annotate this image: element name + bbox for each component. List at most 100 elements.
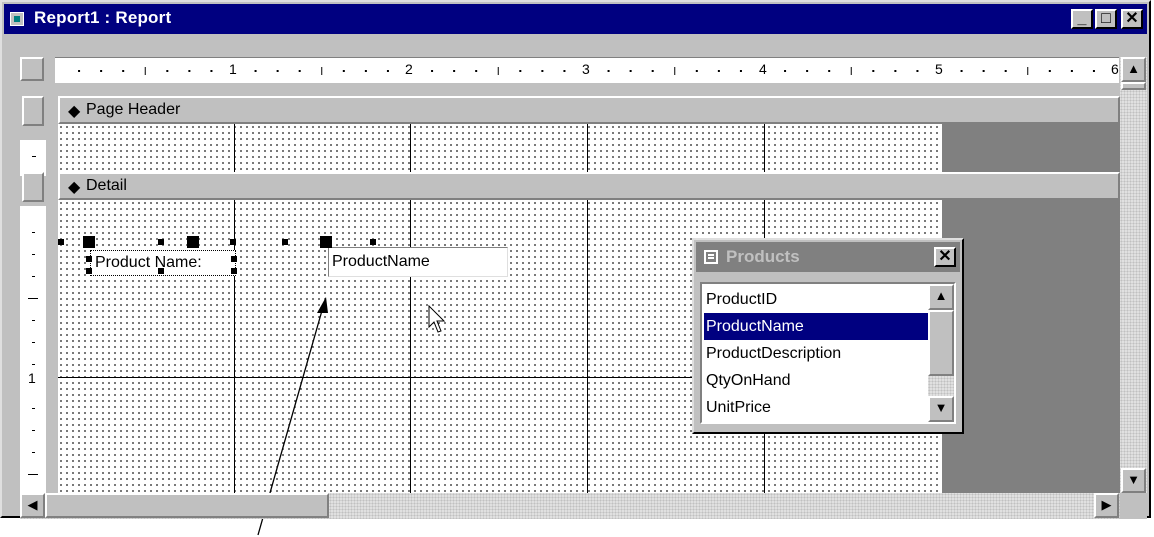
size-handle[interactable] <box>370 239 376 245</box>
window-title: Report1 : Report <box>34 8 172 27</box>
ruler-number-left: 1 <box>28 370 36 386</box>
ruler-tick <box>210 70 213 72</box>
ruler-number-6: 6 <box>1111 61 1119 77</box>
size-handle[interactable] <box>158 239 164 245</box>
size-handle[interactable] <box>282 239 288 245</box>
ruler-tick <box>1027 67 1029 75</box>
field-item-qtyonhand[interactable]: QtyOnHand <box>704 367 928 394</box>
field-list-window[interactable]: Products ✕ ProductID ProductName Product… <box>692 238 964 434</box>
size-handle[interactable] <box>58 239 64 245</box>
ruler-tick <box>784 70 787 72</box>
ruler-tick <box>32 452 35 453</box>
size-handle[interactable] <box>231 268 237 274</box>
ruler-tick <box>1070 70 1073 72</box>
ruler-tick <box>32 342 35 343</box>
vertical-ruler-detail: 1 <box>20 206 46 496</box>
detail-label: Detail <box>86 177 127 194</box>
field-list-scroll-thumb[interactable] <box>928 310 954 376</box>
minimize-button[interactable]: _ <box>1071 9 1093 29</box>
size-handle[interactable] <box>231 256 237 262</box>
ruler-tick <box>519 70 522 72</box>
ruler-tick <box>321 67 323 75</box>
report-selector[interactable] <box>20 57 44 81</box>
ruler-tick <box>78 70 81 72</box>
scroll-left-button[interactable]: ◀ <box>20 493 45 518</box>
ruler-tick <box>166 70 169 72</box>
field-list-title-bar[interactable]: Products ✕ <box>696 242 960 272</box>
ruler-tick <box>28 298 38 299</box>
field-item-productname[interactable]: ProductName <box>704 313 928 340</box>
ruler-tick <box>32 430 35 431</box>
ruler-tick <box>32 156 36 157</box>
page-header-unused-area <box>942 124 1120 172</box>
size-handle[interactable] <box>230 239 236 245</box>
ruler-number-2: 2 <box>405 61 413 77</box>
ruler-number-1: 1 <box>229 61 237 77</box>
field-item-productdescription[interactable]: ProductDescription <box>704 340 928 367</box>
move-handle[interactable] <box>187 236 199 248</box>
ruler-tick <box>629 70 632 72</box>
ruler-tick <box>651 70 654 72</box>
ruler-tick <box>828 70 831 72</box>
ruler-tick <box>28 474 38 475</box>
ruler-tick <box>872 70 875 72</box>
detail-bar[interactable]: ◆ Detail <box>58 172 1120 200</box>
ruler-tick <box>1004 70 1007 72</box>
vertical-scrollbar[interactable]: ▲ ▼ <box>1120 57 1147 493</box>
maximize-button[interactable]: □ <box>1095 9 1117 29</box>
scroll-up-button[interactable]: ▲ <box>1121 57 1146 82</box>
field-item-productid[interactable]: ProductID <box>704 286 928 313</box>
move-handle[interactable] <box>320 236 332 248</box>
ruler-tick <box>497 67 499 75</box>
vertical-scroll-thumb[interactable] <box>1121 82 1146 90</box>
grid-line <box>587 200 588 493</box>
ruler-tick <box>674 67 676 75</box>
ruler-tick <box>806 70 809 72</box>
ruler-tick <box>100 70 103 72</box>
ruler-tick <box>1048 70 1051 72</box>
ruler-number-4: 4 <box>759 61 767 77</box>
size-handle[interactable] <box>86 268 92 274</box>
scroll-right-button[interactable]: ▶ <box>1094 493 1119 518</box>
scroll-down-button[interactable]: ▼ <box>1121 468 1146 493</box>
ruler-tick <box>386 70 389 72</box>
ruler-tick <box>475 70 478 72</box>
horizontal-scroll-thumb[interactable] <box>45 493 329 518</box>
page-header-selector[interactable] <box>22 96 44 126</box>
mouse-pointer-icon <box>428 305 446 333</box>
detail-unused-area <box>942 200 1120 493</box>
ruler-number-3: 3 <box>582 61 590 77</box>
ruler-tick <box>144 67 146 75</box>
field-list-close-button[interactable]: ✕ <box>934 247 956 267</box>
horizontal-scrollbar[interactable]: ◀ ▶ <box>20 493 1120 519</box>
field-list-scroll-up-button[interactable]: ▲ <box>928 284 954 310</box>
grid-line <box>234 124 235 172</box>
vertical-ruler-ticks <box>28 232 38 475</box>
title-bar[interactable]: Report1 : Report _ □ ✕ <box>4 4 1147 34</box>
ruler-tick <box>254 70 257 72</box>
ruler-tick <box>982 70 985 72</box>
report-icon[interactable] <box>10 12 24 26</box>
ruler-tick <box>695 70 698 72</box>
close-button[interactable]: ✕ <box>1121 9 1143 29</box>
move-handle[interactable] <box>83 236 95 248</box>
ruler-tick <box>453 70 456 72</box>
field-list[interactable]: ProductID ProductName ProductDescription… <box>700 282 956 424</box>
field-list-scrollbar[interactable]: ▲ ▼ <box>928 284 954 422</box>
detail-selector[interactable] <box>22 172 44 202</box>
size-handle[interactable] <box>158 268 164 274</box>
horizontal-ruler[interactable]: 1 2 3 4 5 6 <box>55 57 1119 83</box>
ruler-tick <box>431 70 434 72</box>
field-list-scroll-down-button[interactable]: ▼ <box>928 396 954 422</box>
size-handle[interactable] <box>86 256 92 262</box>
field-item-unitprice[interactable]: UnitPrice <box>704 394 928 421</box>
ruler-tick <box>342 70 345 72</box>
ruler-tick <box>916 70 919 72</box>
product-name-textbox[interactable]: ProductName <box>328 247 508 277</box>
ruler-tick <box>32 232 35 233</box>
page-header-grid[interactable] <box>58 124 942 172</box>
size-grip[interactable] <box>1120 493 1147 519</box>
ruler-tick <box>122 70 125 72</box>
page-header-bar[interactable]: ◆ Page Header <box>58 96 1120 124</box>
ruler-tick <box>298 70 301 72</box>
